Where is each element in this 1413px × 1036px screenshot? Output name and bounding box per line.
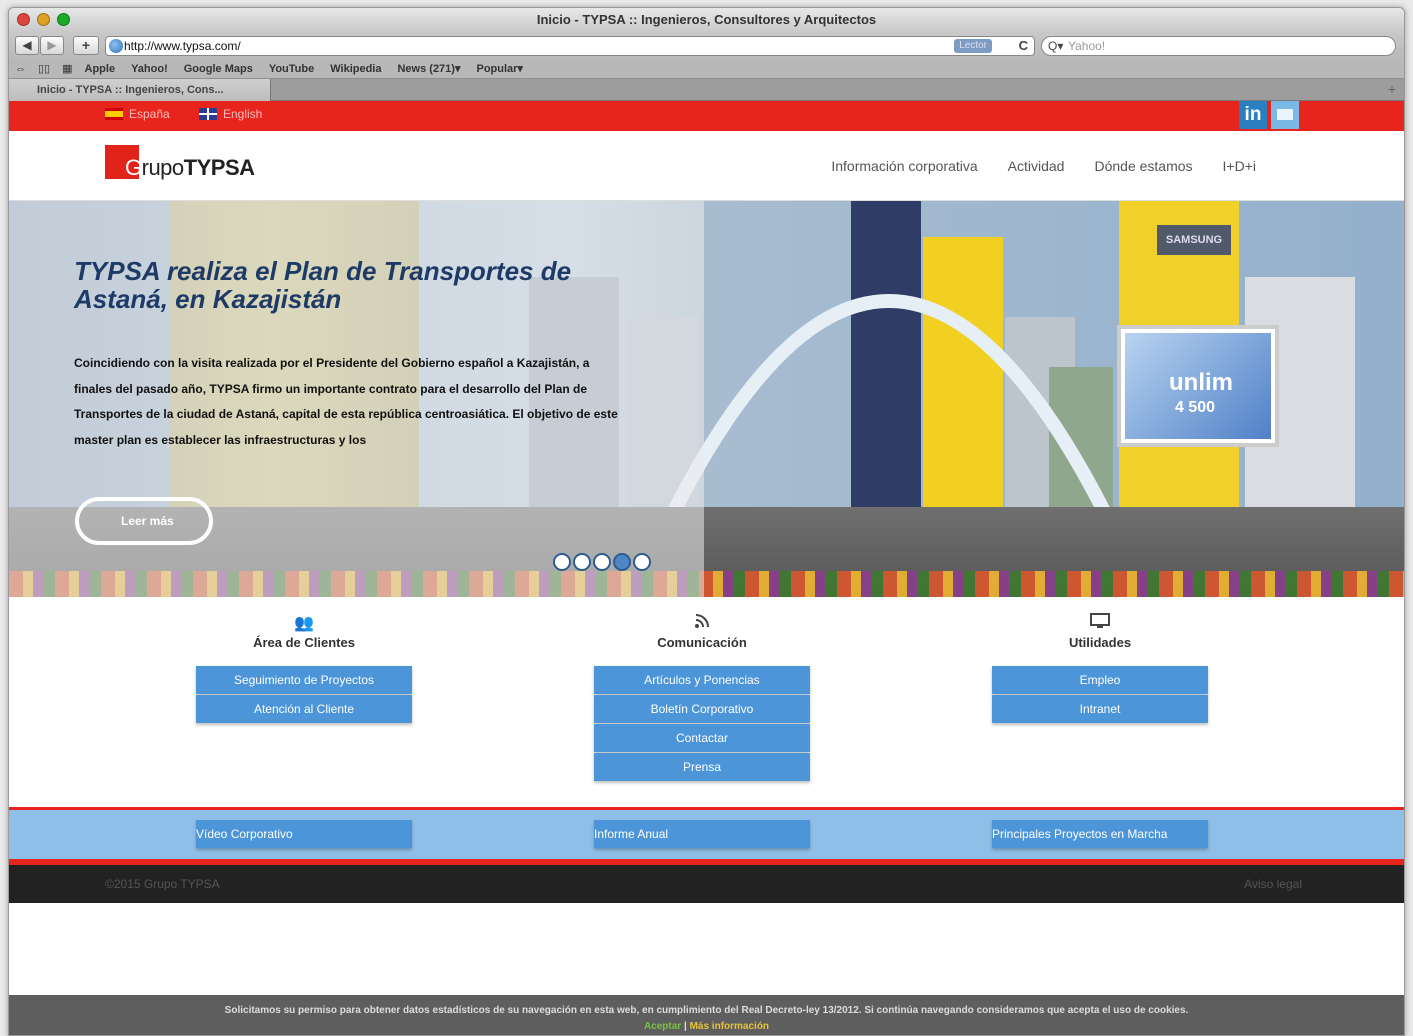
clients-title: Área de Clientes <box>253 635 355 650</box>
globe-icon <box>109 39 123 53</box>
site-header: GrupoTYPSA Información corporativa Activ… <box>9 131 1404 201</box>
back-button[interactable]: ◀ <box>15 36 39 55</box>
bookmark-news[interactable]: News (271)▾ <box>397 59 460 78</box>
articles-button[interactable]: Artículos y Ponencias <box>594 666 810 694</box>
slider-dot[interactable] <box>593 553 611 571</box>
tab-bar: Inicio - TYPSA :: Ingenieros, Cons... + <box>9 79 1404 101</box>
billboard-text: unlim <box>1169 369 1233 396</box>
bookmark-wikipedia[interactable]: Wikipedia <box>330 59 381 78</box>
annual-report-button[interactable]: Informe Anual <box>594 820 810 848</box>
address-url: http://www.typsa.com/ <box>124 39 241 53</box>
language-en[interactable]: English <box>199 107 262 121</box>
new-tab-icon[interactable]: + <box>1388 81 1396 97</box>
cookie-more-info-link[interactable]: Más información <box>690 1021 769 1032</box>
spain-flag-icon <box>105 108 123 120</box>
legal-notice-link[interactable]: Aviso legal <box>1244 865 1302 903</box>
close-window-button[interactable] <box>17 13 30 26</box>
communication-column: Comunicación Artículos y Ponencias Bolet… <box>594 613 810 782</box>
minimize-window-button[interactable] <box>37 13 50 26</box>
cookie-separator: | <box>683 1021 687 1032</box>
utilities-column: Utilidades Empleo Intranet <box>992 613 1208 724</box>
reload-icon[interactable]: C <box>1019 37 1028 55</box>
copyright: ©2015 Grupo TYPSA <box>105 877 220 891</box>
site-top-bar: España English in <box>9 101 1404 131</box>
links-band: Vídeo Corporativo Informe Anual Principa… <box>9 807 1404 865</box>
typsa-logo[interactable]: GrupoTYPSA <box>105 145 255 180</box>
nav-donde-estamos[interactable]: Dónde estamos <box>1094 158 1192 174</box>
reading-list-icon[interactable]: ⇔ <box>15 59 26 78</box>
main-projects-button[interactable]: Principales Proyectos en Marcha <box>992 820 1208 848</box>
book-icon[interactable]: ▯▯ <box>38 59 50 78</box>
hero-text: Coincidiendo con la visita realizada por… <box>74 356 618 447</box>
bookmark-google-maps[interactable]: Google Maps <box>184 59 253 78</box>
linkedin-icon[interactable]: in <box>1239 101 1267 129</box>
slider-pagination <box>553 553 651 571</box>
browser-window: Inicio - TYPSA :: Ingenieros, Consultore… <box>8 7 1405 1036</box>
logo-text: GrupoTYPSA <box>125 155 255 180</box>
search-icon: Q▾ <box>1048 39 1064 53</box>
nav-actividad[interactable]: Actividad <box>1008 158 1065 174</box>
utilities-title: Utilidades <box>1068 635 1132 650</box>
clients-column: 👥 Área de Clientes Seguimiento de Proyec… <box>196 613 412 724</box>
project-tracking-button[interactable]: Seguimiento de Proyectos <box>196 666 412 694</box>
slider-dot[interactable] <box>633 553 651 571</box>
language-en-label: English <box>223 107 263 121</box>
search-field[interactable]: Q▾ Yahoo! <box>1041 36 1396 56</box>
billboard-number: 4 500 <box>1175 399 1216 416</box>
contact-button[interactable]: Contactar <box>594 724 810 752</box>
bookmark-youtube[interactable]: YouTube <box>269 59 314 78</box>
bridge-arch <box>662 294 1116 521</box>
slider-dot[interactable] <box>613 553 631 571</box>
address-bar[interactable]: http://www.typsa.com/ Lector C <box>105 36 1035 56</box>
customer-service-button[interactable]: Atención al Cliente <box>196 695 412 723</box>
language-es-label: España <box>129 107 170 121</box>
slider-dot[interactable] <box>573 553 591 571</box>
corporate-video-button[interactable]: Vídeo Corporativo <box>196 820 412 848</box>
reader-button[interactable]: Lector <box>954 39 992 53</box>
bookmark-apple[interactable]: Apple <box>85 59 116 78</box>
newsletter-button[interactable]: Boletín Corporativo <box>594 695 810 723</box>
browser-toolbar: ◀ ▶ + http://www.typsa.com/ Lector C Q▾ … <box>9 32 1404 59</box>
samsung-sign: SAMSUNG <box>1157 225 1231 255</box>
hero-title: TYPSA realiza el Plan de Transportes de … <box>74 256 572 314</box>
monitor-icon <box>992 613 1208 633</box>
bookmark-popular[interactable]: Popular▾ <box>476 59 522 78</box>
nav-idi[interactable]: I+D+i <box>1223 158 1256 174</box>
search-placeholder: Yahoo! <box>1068 39 1106 53</box>
hero-slider: SAMSUNG unlim 4 500 TYPSA realiza el Pla… <box>9 201 1404 597</box>
cookie-text: Solicitamos su permiso para obtener dato… <box>224 1005 1189 1016</box>
press-button[interactable]: Prensa <box>594 753 810 781</box>
bookmark-yahoo[interactable]: Yahoo! <box>131 59 168 78</box>
site-footer: ©2015 Grupo TYPSA Aviso legal <box>9 865 1404 903</box>
read-more-button[interactable]: Leer más <box>75 497 213 545</box>
zoom-window-button[interactable] <box>57 13 70 26</box>
users-icon: 👥 <box>294 615 314 632</box>
title-bar: Inicio - TYPSA :: Ingenieros, Consultore… <box>9 8 1404 32</box>
language-es[interactable]: España <box>105 107 170 121</box>
cookie-banner: Solicitamos su permiso para obtener dato… <box>9 995 1404 1035</box>
main-nav: Información corporativa Actividad Dónde … <box>831 158 1256 174</box>
nav-informacion-corporativa[interactable]: Información corporativa <box>831 158 977 174</box>
billboard: unlim 4 500 <box>1117 325 1279 447</box>
slider-dot[interactable] <box>553 553 571 571</box>
bookmarks-bar: ⇔ ▯▯ ▦ Apple Yahoo! Google Maps YouTube … <box>9 59 1404 79</box>
uk-flag-icon <box>199 108 217 120</box>
forward-button[interactable]: ▶ <box>40 36 64 55</box>
mail-icon[interactable] <box>1271 101 1299 129</box>
cookie-accept-link[interactable]: Aceptar <box>644 1021 681 1032</box>
add-bookmark-button[interactable]: + <box>73 36 99 55</box>
intranet-button[interactable]: Intranet <box>992 695 1208 723</box>
communication-title: Comunicación <box>657 635 747 650</box>
window-title: Inicio - TYPSA :: Ingenieros, Consultore… <box>536 12 877 27</box>
rss-icon <box>594 613 810 633</box>
tab-inicio[interactable]: Inicio - TYPSA :: Ingenieros, Cons... <box>9 79 271 101</box>
employment-button[interactable]: Empleo <box>992 666 1208 694</box>
services-section: 👥 Área de Clientes Seguimiento de Proyec… <box>9 597 1404 807</box>
top-sites-icon[interactable]: ▦ <box>62 59 72 78</box>
